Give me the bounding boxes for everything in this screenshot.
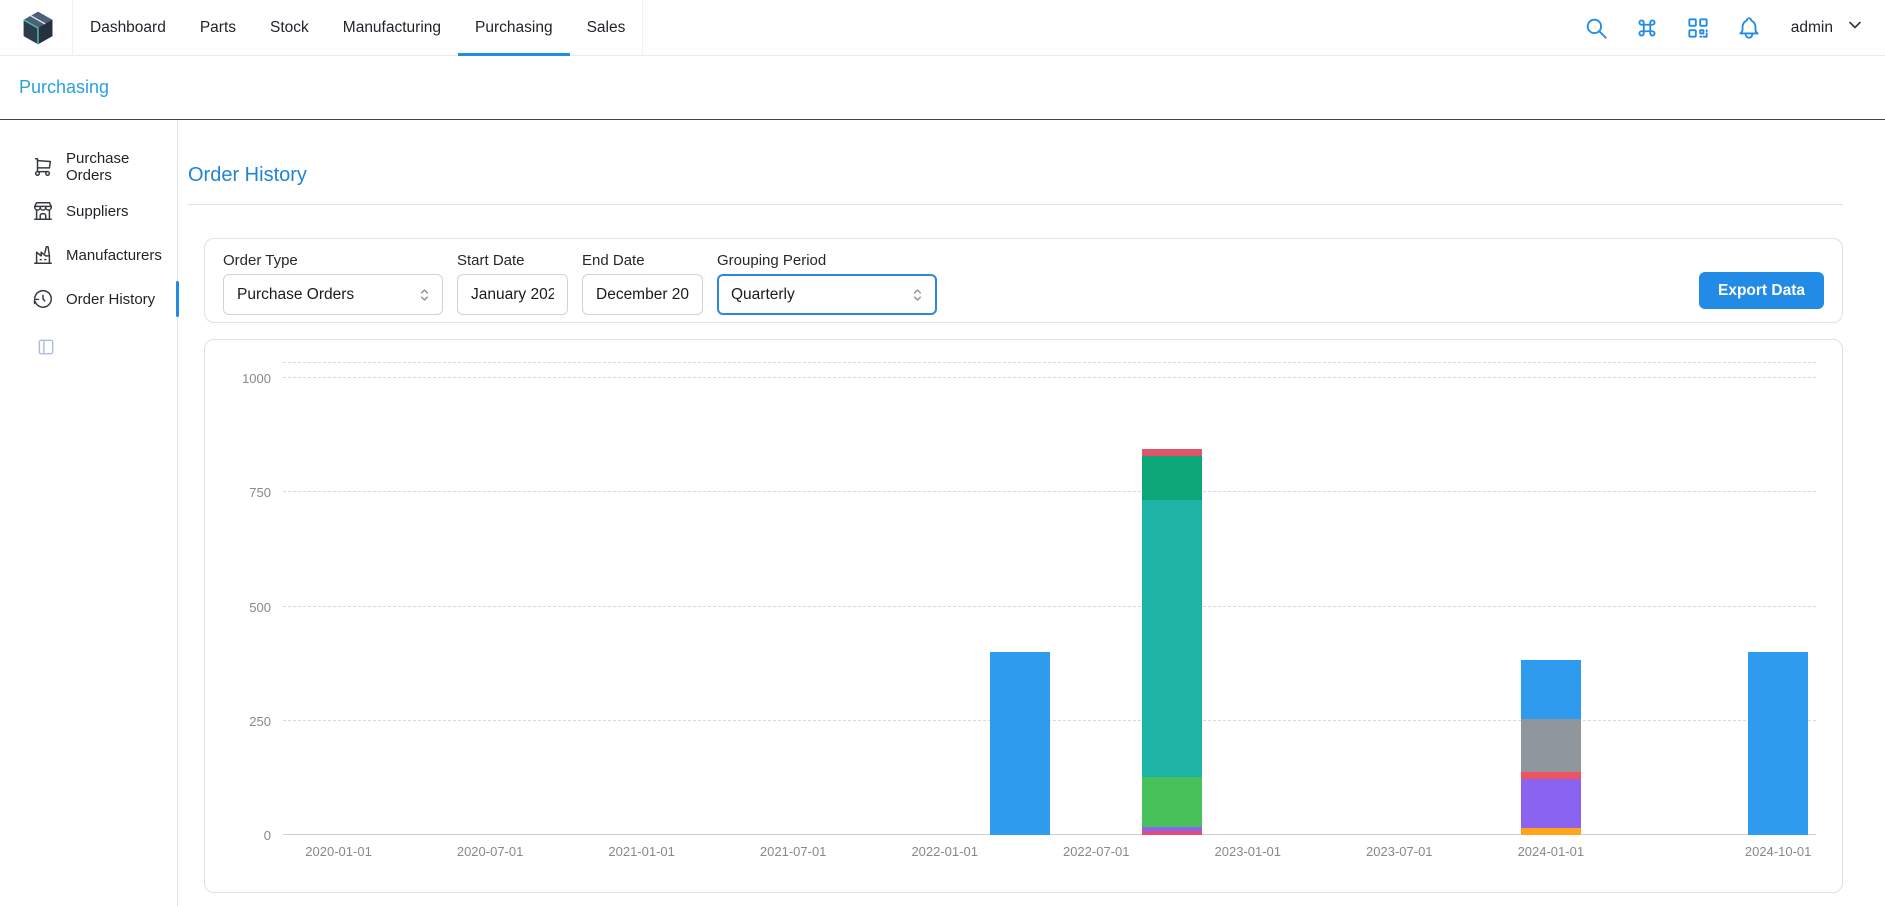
gridline-top <box>283 362 1816 363</box>
building-store-icon <box>32 200 54 222</box>
chart-bar-2022-04[interactable] <box>990 652 1050 835</box>
chart-axis-spacer <box>229 844 283 864</box>
breadcrumb-purchasing[interactable]: Purchasing <box>19 77 109 98</box>
chart-row: 02505007501000 <box>229 362 1816 835</box>
x-axis-tick-label: 2021-07-01 <box>760 844 827 859</box>
search-icon[interactable] <box>1581 13 1611 43</box>
qrcode-scan-icon[interactable] <box>1683 13 1713 43</box>
bar-segment <box>1521 828 1581 835</box>
x-axis-tick-label: 2024-10-01 <box>1745 844 1812 859</box>
chart-bar-2022-10[interactable] <box>1142 449 1202 835</box>
gridline-750 <box>283 491 1816 492</box>
navbar-actions: admin <box>1581 13 1865 43</box>
grouping-period-field: Grouping Period Quarterly <box>717 252 937 315</box>
bar-segment <box>1142 456 1202 500</box>
shopping-cart-icon <box>32 156 54 178</box>
sidebar-item-label: Suppliers <box>66 203 129 220</box>
content-area: Purchase Orders Suppliers Manufacturers <box>0 120 1885 906</box>
tab-parts[interactable]: Parts <box>183 0 253 56</box>
order-history-chart-card: 0 250 500 750 1000 2020-01-01 2020-07-01 2021-… <box>204 339 1843 893</box>
bar-segment <box>1748 652 1808 835</box>
x-axis-tick-label: 2023-01-01 <box>1215 844 1282 859</box>
title-divider <box>188 204 1843 205</box>
export-data-button[interactable]: Export Data <box>1699 272 1824 309</box>
start-date-label: Start Date <box>457 252 568 269</box>
bar-segment <box>1521 660 1581 719</box>
start-date-input[interactable] <box>457 274 568 315</box>
y-axis-tick-label: 500 <box>249 600 271 615</box>
y-axis-tick-label: 0 <box>264 828 271 843</box>
chart-plot <box>283 362 1816 835</box>
sidebar-item-order-history[interactable]: Order History <box>0 277 177 321</box>
main-panel: Order History Order Type Purchase Orders… <box>178 120 1885 906</box>
factory-icon <box>32 244 54 266</box>
x-axis-tick-label: 2022-01-01 <box>911 844 978 859</box>
page-header: Purchasing <box>0 56 1885 120</box>
chart-bar-2024-10[interactable] <box>1748 652 1808 835</box>
selector-chevrons-icon <box>416 286 433 303</box>
order-type-value: Purchase Orders <box>237 286 354 304</box>
bar-segment <box>1521 772 1581 780</box>
y-axis-tick-label: 1000 <box>242 371 271 386</box>
grouping-period-value: Quarterly <box>731 286 795 304</box>
bar-segment <box>1521 719 1581 772</box>
gridline-1000 <box>283 377 1816 378</box>
main-nav-tabs: Dashboard Parts Stock Manufacturing Purc… <box>72 0 643 56</box>
sidebar-item-label: Order History <box>66 291 155 308</box>
chart-x-axis: 2020-01-01 2020-07-01 2021-01-01 2021-07-01… <box>283 844 1816 864</box>
sidebar-item-manufacturers[interactable]: Manufacturers <box>0 233 177 277</box>
tab-manufacturing[interactable]: Manufacturing <box>326 0 458 56</box>
tab-dashboard[interactable]: Dashboard <box>73 0 183 56</box>
bar-segment <box>990 652 1050 835</box>
page-title: Order History <box>188 164 1843 187</box>
end-date-label: End Date <box>582 252 703 269</box>
export-wrap: Export Data <box>1699 258 1824 309</box>
order-type-label: Order Type <box>223 252 443 269</box>
sidebar-item-label: Manufacturers <box>66 247 162 264</box>
end-date-input[interactable] <box>582 274 703 315</box>
y-axis-tick-label: 250 <box>249 714 271 729</box>
grouping-period-select[interactable]: Quarterly <box>717 274 937 315</box>
sidebar-item-label: Purchase Orders <box>66 150 177 184</box>
start-date-field: Start Date <box>457 252 568 315</box>
x-axis-tick-label: 2020-01-01 <box>305 844 372 859</box>
sidebar-item-purchase-orders[interactable]: Purchase Orders <box>0 145 177 189</box>
chart-bar-2024-01[interactable] <box>1521 660 1581 835</box>
tab-stock[interactable]: Stock <box>253 0 326 56</box>
history-clock-icon <box>32 288 54 310</box>
bar-segment <box>1142 500 1202 776</box>
sidebar-toggle-icon[interactable] <box>36 337 56 357</box>
tab-purchasing[interactable]: Purchasing <box>458 0 570 56</box>
selector-chevrons-icon <box>909 286 926 303</box>
sidebar: Purchase Orders Suppliers Manufacturers <box>0 120 178 906</box>
filter-panel: Order Type Purchase Orders Start Date En… <box>204 238 1843 323</box>
command-icon[interactable] <box>1632 13 1662 43</box>
bar-segment <box>1142 449 1202 456</box>
x-axis-tick-label: 2020-07-01 <box>457 844 524 859</box>
user-name: admin <box>1791 19 1833 37</box>
x-axis-tick-label: 2021-01-01 <box>608 844 675 859</box>
chevron-down-icon <box>1845 15 1865 40</box>
bar-segment <box>1142 777 1202 827</box>
inventree-logo[interactable] <box>20 10 56 46</box>
chart-y-axis: 02505007501000 <box>229 362 283 835</box>
order-type-select[interactable]: Purchase Orders <box>223 274 443 315</box>
bar-segment <box>1521 779 1581 828</box>
order-type-field: Order Type Purchase Orders <box>223 252 443 315</box>
chart-x-axis-row: 2020-01-01 2020-07-01 2021-01-01 2021-07-01… <box>229 844 1816 864</box>
top-navbar: Dashboard Parts Stock Manufacturing Purc… <box>0 0 1885 56</box>
grouping-period-label: Grouping Period <box>717 252 937 269</box>
bar-segment <box>1142 831 1202 835</box>
tab-sales[interactable]: Sales <box>570 0 643 56</box>
bell-icon[interactable] <box>1734 13 1764 43</box>
end-date-field: End Date <box>582 252 703 315</box>
gridline-500 <box>283 606 1816 607</box>
x-axis-tick-label: 2023-07-01 <box>1366 844 1433 859</box>
sidebar-item-suppliers[interactable]: Suppliers <box>0 189 177 233</box>
user-menu[interactable]: admin <box>1791 15 1865 40</box>
x-axis-tick-label: 2024-01-01 <box>1518 844 1585 859</box>
y-axis-tick-label: 750 <box>249 485 271 500</box>
x-axis-tick-label: 2022-07-01 <box>1063 844 1130 859</box>
